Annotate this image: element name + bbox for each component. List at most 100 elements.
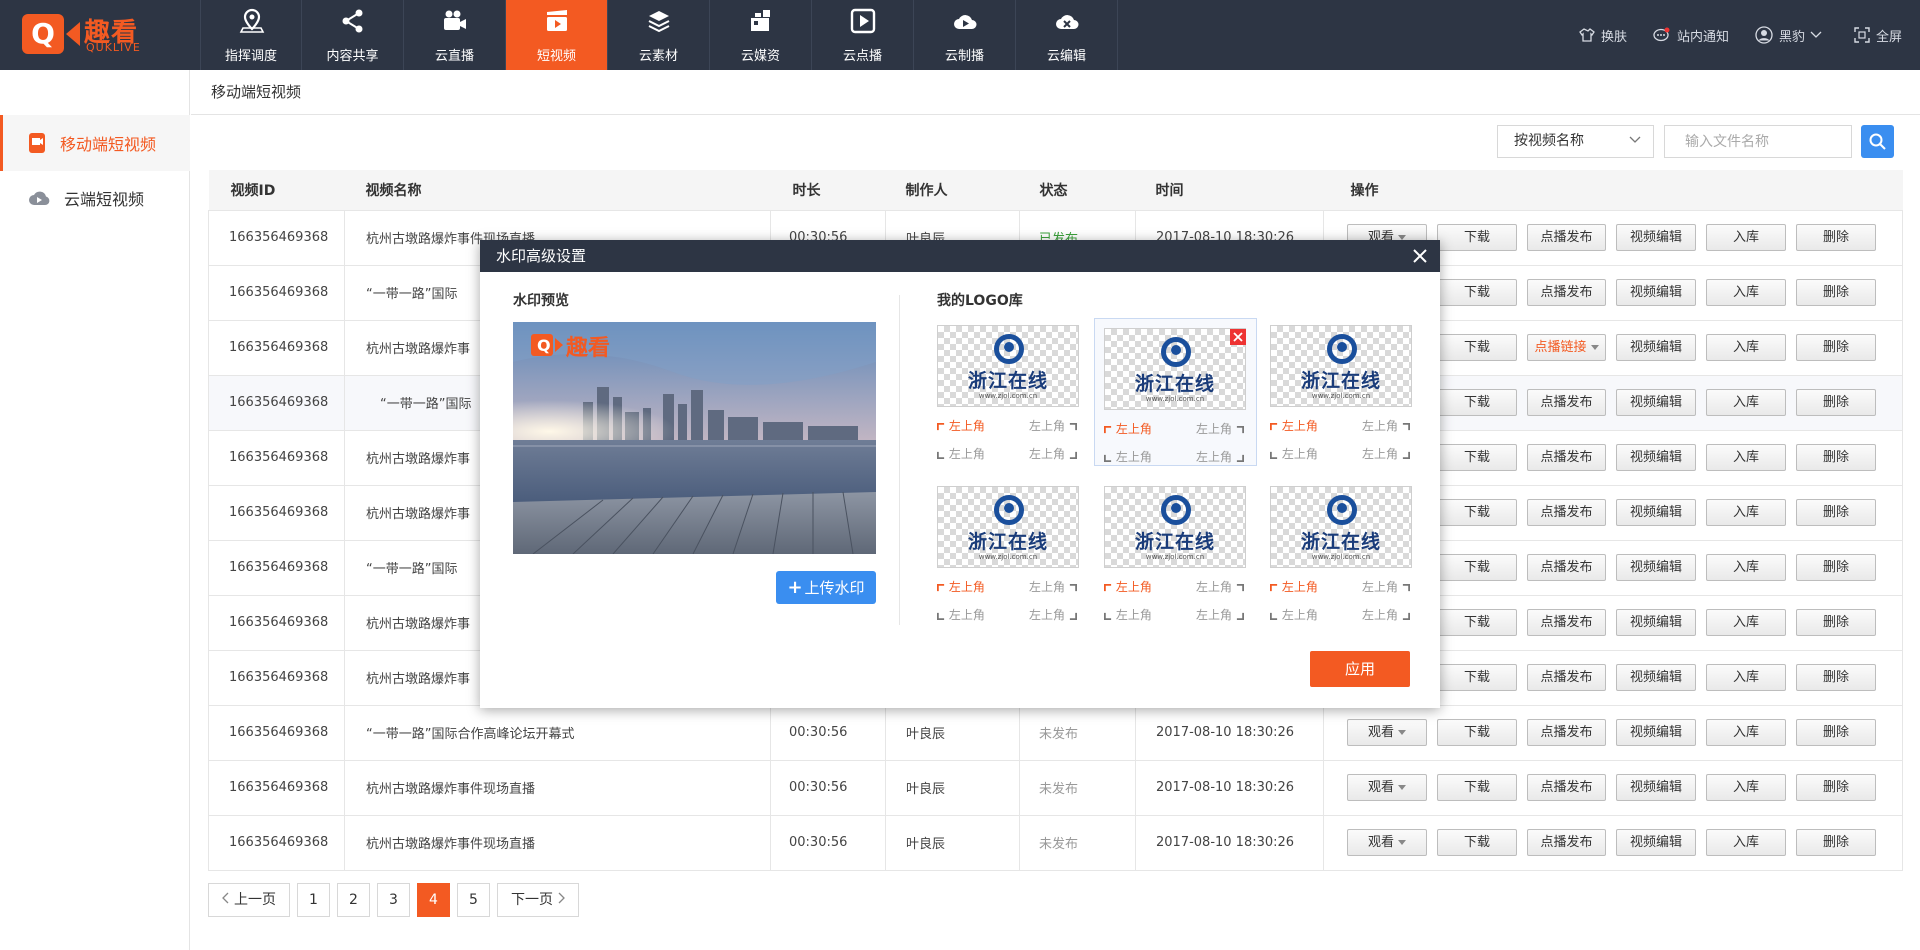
vod-publish-button[interactable]: 点播发布 bbox=[1527, 774, 1606, 801]
delete-button[interactable]: 删除 bbox=[1796, 334, 1876, 361]
corner-option[interactable]: 左上角 bbox=[1104, 578, 1152, 595]
search-type-select[interactable]: 按视频名称 bbox=[1497, 125, 1654, 158]
vod-publish-button[interactable]: 点播发布 bbox=[1527, 609, 1606, 636]
corner-option[interactable]: 左上角 bbox=[937, 578, 985, 595]
delete-button[interactable]: 删除 bbox=[1796, 664, 1876, 691]
vod-publish-button[interactable]: 点播发布 bbox=[1527, 719, 1606, 746]
corner-option[interactable]: 左上角 bbox=[1104, 420, 1152, 437]
nav-item-share[interactable]: 内容共享 bbox=[302, 0, 404, 70]
corner-option[interactable]: 左上角 bbox=[1270, 578, 1318, 595]
vod-publish-button[interactable]: 点播发布 bbox=[1527, 279, 1606, 306]
delete-button[interactable]: 删除 bbox=[1796, 279, 1876, 306]
delete-button[interactable]: 删除 bbox=[1796, 609, 1876, 636]
apply-button[interactable]: 应用 bbox=[1310, 651, 1410, 687]
corner-option[interactable]: 左上角 bbox=[1362, 578, 1410, 595]
vod-publish-button[interactable]: 点播发布 bbox=[1527, 554, 1606, 581]
corner-option[interactable]: 左上角 bbox=[1104, 606, 1152, 623]
user-menu[interactable]: 黑豹 bbox=[1755, 26, 1828, 45]
download-button[interactable]: 下载 bbox=[1437, 719, 1517, 746]
search-input[interactable] bbox=[1664, 125, 1852, 158]
logo-library-item[interactable]: 浙江在线 www.zjol.com.cn 左上角 左上角 左上角 左上角 bbox=[1270, 325, 1412, 473]
nav-item-material[interactable]: 云素材 bbox=[608, 0, 710, 70]
vod-publish-button[interactable]: 点播发布 bbox=[1527, 499, 1606, 526]
nav-item-cloud-production[interactable]: 云制播 bbox=[914, 0, 1016, 70]
download-button[interactable]: 下载 bbox=[1437, 609, 1517, 636]
store-button[interactable]: 入库 bbox=[1706, 279, 1786, 306]
watch-button[interactable]: 观看 bbox=[1347, 774, 1427, 801]
upload-watermark-button[interactable]: + 上传水印 bbox=[776, 571, 876, 604]
video-edit-button[interactable]: 视频编辑 bbox=[1616, 279, 1696, 306]
nav-item-short-video[interactable]: 短视频 bbox=[506, 0, 608, 70]
delete-button[interactable]: 删除 bbox=[1796, 719, 1876, 746]
corner-option[interactable]: 左上角 bbox=[937, 606, 985, 623]
video-edit-button[interactable]: 视频编辑 bbox=[1616, 609, 1696, 636]
download-button[interactable]: 下载 bbox=[1437, 389, 1517, 416]
store-button[interactable]: 入库 bbox=[1706, 829, 1786, 856]
page-1-button[interactable]: 1 bbox=[297, 883, 330, 917]
corner-option[interactable]: 左上角 bbox=[1196, 420, 1244, 437]
corner-option[interactable]: 左上角 bbox=[1270, 606, 1318, 623]
corner-option[interactable]: 左上角 bbox=[1104, 448, 1152, 465]
close-icon[interactable] bbox=[1410, 246, 1430, 266]
download-button[interactable]: 下载 bbox=[1437, 279, 1517, 306]
video-edit-button[interactable]: 视频编辑 bbox=[1616, 774, 1696, 801]
nav-item-media-assets[interactable]: 云媒资 bbox=[710, 0, 812, 70]
download-button[interactable]: 下载 bbox=[1437, 554, 1517, 581]
corner-option[interactable]: 左上角 bbox=[1029, 578, 1077, 595]
video-edit-button[interactable]: 视频编辑 bbox=[1616, 719, 1696, 746]
corner-option[interactable]: 左上角 bbox=[1029, 445, 1077, 462]
corner-option[interactable]: 左上角 bbox=[1362, 417, 1410, 434]
download-button[interactable]: 下载 bbox=[1437, 829, 1517, 856]
delete-button[interactable]: 删除 bbox=[1796, 554, 1876, 581]
download-button[interactable]: 下载 bbox=[1437, 224, 1517, 251]
page-3-button[interactable]: 3 bbox=[377, 883, 410, 917]
store-button[interactable]: 入库 bbox=[1706, 609, 1786, 636]
vod-publish-button[interactable]: 点播发布 bbox=[1527, 389, 1606, 416]
fullscreen-button[interactable]: 全屏 bbox=[1854, 26, 1902, 45]
store-button[interactable]: 入库 bbox=[1706, 664, 1786, 691]
vod-publish-button[interactable]: 点播发布 bbox=[1527, 829, 1606, 856]
video-edit-button[interactable]: 视频编辑 bbox=[1616, 499, 1696, 526]
skin-button[interactable]: 换肤 bbox=[1579, 26, 1627, 45]
store-button[interactable]: 入库 bbox=[1706, 719, 1786, 746]
watch-button[interactable]: 观看 bbox=[1347, 719, 1427, 746]
store-button[interactable]: 入库 bbox=[1706, 554, 1786, 581]
store-button[interactable]: 入库 bbox=[1706, 389, 1786, 416]
notice-button[interactable]: 站内通知 bbox=[1653, 26, 1729, 45]
store-button[interactable]: 入库 bbox=[1706, 774, 1786, 801]
video-edit-button[interactable]: 视频编辑 bbox=[1616, 664, 1696, 691]
corner-option[interactable]: 左上角 bbox=[937, 445, 985, 462]
watch-button[interactable]: 观看 bbox=[1347, 829, 1427, 856]
corner-option[interactable]: 左上角 bbox=[1029, 606, 1077, 623]
corner-option[interactable]: 左上角 bbox=[1362, 445, 1410, 462]
video-edit-button[interactable]: 视频编辑 bbox=[1616, 334, 1696, 361]
vod-publish-button[interactable]: 点播发布 bbox=[1527, 224, 1606, 251]
download-button[interactable]: 下载 bbox=[1437, 334, 1517, 361]
delete-logo-icon[interactable] bbox=[1230, 329, 1246, 345]
nav-item-vod[interactable]: 云点播 bbox=[812, 0, 914, 70]
delete-button[interactable]: 删除 bbox=[1796, 829, 1876, 856]
delete-button[interactable]: 删除 bbox=[1796, 389, 1876, 416]
sidebar-item-mobile-short-video[interactable]: 移动端短视频 bbox=[0, 115, 190, 171]
logo-library-item[interactable]: 浙江在线 www.zjol.com.cn 左上角 左上角 左上角 左上角 bbox=[937, 486, 1079, 634]
delete-button[interactable]: 删除 bbox=[1796, 444, 1876, 471]
video-edit-button[interactable]: 视频编辑 bbox=[1616, 829, 1696, 856]
logo-library-item[interactable]: 浙江在线 www.zjol.com.cn 左上角 左上角 左上角 左上角 bbox=[937, 325, 1079, 473]
corner-option[interactable]: 左上角 bbox=[1029, 417, 1077, 434]
store-button[interactable]: 入库 bbox=[1706, 444, 1786, 471]
download-button[interactable]: 下载 bbox=[1437, 774, 1517, 801]
corner-option[interactable]: 左上角 bbox=[1270, 445, 1318, 462]
store-button[interactable]: 入库 bbox=[1706, 334, 1786, 361]
download-button[interactable]: 下载 bbox=[1437, 664, 1517, 691]
search-button[interactable] bbox=[1861, 125, 1894, 158]
vod-publish-button[interactable]: 点播发布 bbox=[1527, 444, 1606, 471]
delete-button[interactable]: 删除 bbox=[1796, 224, 1876, 251]
corner-option[interactable]: 左上角 bbox=[1362, 606, 1410, 623]
page-5-button[interactable]: 5 bbox=[457, 883, 490, 917]
video-edit-button[interactable]: 视频编辑 bbox=[1616, 389, 1696, 416]
logo-library-item[interactable]: 浙江在线 www.zjol.com.cn 左上角 左上角 左上角 左上角 bbox=[1104, 486, 1246, 634]
nav-item-live[interactable]: 云直播 bbox=[404, 0, 506, 70]
corner-option[interactable]: 左上角 bbox=[1196, 448, 1244, 465]
prev-page-button[interactable]: 上一页 bbox=[208, 883, 290, 917]
page-2-button[interactable]: 2 bbox=[337, 883, 370, 917]
